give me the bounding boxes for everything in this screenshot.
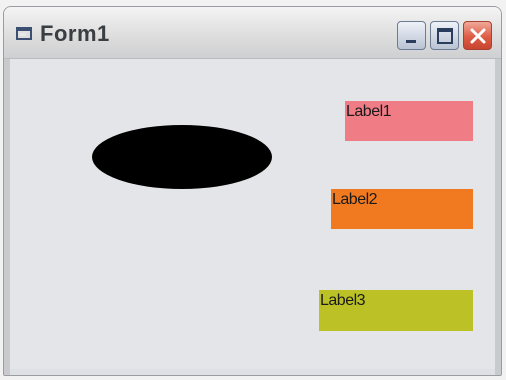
app-icon[interactable] [16, 25, 33, 42]
ellipse-shape [92, 125, 272, 189]
title-bar[interactable]: Form1 [4, 7, 501, 59]
label1: Label1 [345, 101, 473, 141]
window-title: Form1 [40, 21, 110, 46]
close-button[interactable] [463, 21, 492, 50]
form-client-area: Label1 Label2 Label3 [10, 59, 495, 369]
close-icon [470, 28, 486, 44]
maximize-button[interactable] [430, 21, 459, 50]
maximize-icon [437, 28, 453, 44]
minimize-icon [406, 40, 416, 43]
form-window: Form1 Label1 Label2 Label3 [3, 6, 502, 376]
label3: Label3 [319, 290, 473, 331]
window-frame-right [495, 59, 501, 375]
minimize-button[interactable] [397, 21, 426, 50]
label2: Label2 [331, 189, 473, 229]
